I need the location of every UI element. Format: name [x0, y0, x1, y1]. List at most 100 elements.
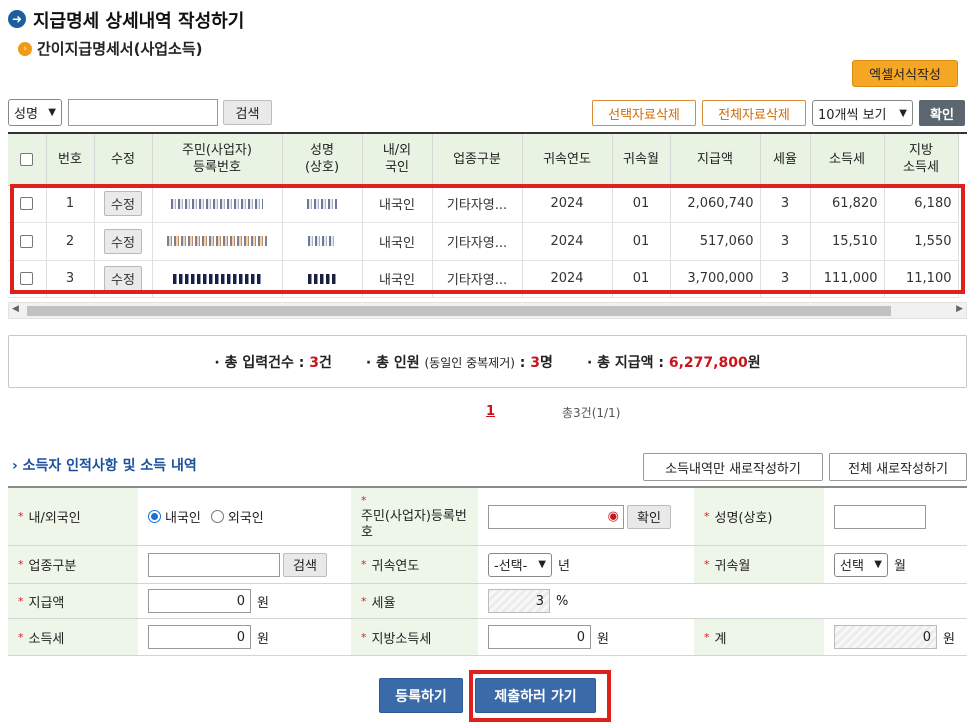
row-month: 01: [612, 185, 671, 223]
form-row-4: * 소득세 0 원 * 지방소득세 0 원 * 계 0 원: [8, 619, 967, 656]
radio-domestic-label: 내국인: [165, 511, 201, 526]
page-subtitle: 간이지급명세서(사업소득): [37, 40, 203, 58]
page-size-confirm-button[interactable]: 확인: [919, 100, 965, 126]
search-button[interactable]: 검색: [223, 100, 272, 125]
header-year: 귀속연도: [522, 134, 613, 186]
chevron-down-icon: ▼: [538, 559, 546, 570]
id-input[interactable]: ◉: [488, 504, 624, 529]
checkbox[interactable]: [20, 197, 34, 211]
eye-icon[interactable]: ◉: [608, 509, 619, 524]
horizontal-scrollbar[interactable]: ◀ ▶: [8, 302, 967, 319]
income-tax-input[interactable]: 0: [148, 625, 251, 649]
name-label: * 성명(상호): [694, 488, 824, 545]
row-id-redacted: [152, 260, 283, 298]
row-amount: 3,700,000: [670, 260, 761, 298]
search-input[interactable]: [68, 99, 218, 126]
header-name-line2: (상호): [304, 160, 340, 176]
checkbox[interactable]: [20, 272, 34, 286]
id-label: * 주민(사업자)등록번호: [351, 488, 478, 545]
id-field-wrap: ◉ 확인: [478, 488, 694, 545]
summary-count-value: 3: [309, 354, 319, 371]
id-confirm-button[interactable]: 확인: [627, 504, 671, 529]
business-type-input[interactable]: [148, 552, 280, 577]
header-edit: 수정: [94, 134, 153, 186]
row-checkbox-cell[interactable]: [8, 222, 47, 261]
name-field-wrap: [824, 488, 967, 545]
header-name: 성명 (상호): [282, 134, 363, 186]
income-section-title: › 소득자 인적사항 및 소득 내역: [12, 455, 197, 475]
table-row[interactable]: 3 수정 내국인 기타자영... 2024 01 3,700,000 3 111…: [8, 260, 959, 298]
row-business-type: 기타자영...: [432, 260, 523, 298]
redacted-name-image: [308, 273, 336, 284]
data-grid: 번호 수정 주민(사업자) 등록번호 성명 (상호) 내/외 국인 업종구분 귀속연도…: [8, 132, 967, 302]
local-tax-label-text: 지방소득세: [371, 631, 432, 647]
year-unit: 년: [558, 559, 570, 574]
rate-unit: %: [556, 593, 569, 609]
row-checkbox-cell[interactable]: [8, 260, 47, 298]
row-income-tax: 61,820: [810, 185, 885, 223]
year-select[interactable]: -선택- ▼: [488, 552, 552, 577]
pager-current-page[interactable]: 1: [486, 404, 495, 419]
edit-button[interactable]: 수정: [104, 266, 142, 292]
business-type-label: * 업종구분: [8, 546, 138, 583]
form-row-3: * 지급액 0 원 * 세율 3 %: [8, 584, 967, 619]
local-tax-unit: 원: [597, 631, 609, 647]
table-row[interactable]: 2 수정 내국인 기타자영... 2024 01 517,060 3 15,51…: [8, 222, 959, 261]
amount-field-wrap: 0 원: [138, 584, 351, 618]
row-nationality: 내국인: [362, 222, 433, 261]
scroll-right-arrow-icon[interactable]: ▶: [956, 304, 963, 314]
radio-domestic[interactable]: [148, 510, 161, 523]
header-select-all[interactable]: [8, 134, 47, 186]
business-type-label-text: 업종구분: [28, 559, 77, 574]
edit-button[interactable]: 수정: [104, 228, 142, 254]
summary-count-unit: 건: [318, 354, 332, 371]
scrollbar-thumb[interactable]: [27, 306, 891, 316]
row-checkbox-cell[interactable]: [8, 185, 47, 223]
row-amount: 2,060,740: [670, 185, 761, 223]
summary-count-label: · 총 입력건수 :: [214, 354, 310, 371]
delete-all-button[interactable]: 전체자료삭제: [702, 100, 806, 126]
row-num: 2: [46, 222, 95, 261]
search-field-select-value: 성명: [14, 107, 38, 122]
local-tax-input[interactable]: 0: [488, 625, 591, 649]
scroll-left-arrow-icon[interactable]: ◀: [12, 304, 19, 314]
row-edit-cell: 수정: [94, 185, 153, 223]
required-mark: *: [18, 630, 24, 644]
excel-template-button[interactable]: 엑셀서식작성: [852, 60, 958, 87]
table-row[interactable]: 1 수정 내국인 기타자영... 2024 01 2,060,740 3 61,…: [8, 185, 959, 223]
radio-foreign[interactable]: [210, 510, 224, 523]
checkbox[interactable]: [20, 152, 34, 166]
row-num: 1: [46, 185, 95, 223]
pager-total: 총3건(1/1): [562, 406, 621, 420]
row-year: 2024: [522, 260, 613, 298]
redacted-id-image: [171, 198, 263, 209]
income-tax-label: * 소득세: [8, 619, 138, 655]
new-all-button[interactable]: 전체 새로작성하기: [829, 453, 967, 481]
income-tax-label-text: 소득세: [28, 631, 65, 647]
row-income-tax: 15,510: [810, 222, 885, 261]
amount-label-text: 지급액: [28, 595, 65, 611]
page-size-select[interactable]: 10개씩 보기 ▼: [812, 100, 913, 126]
header-month: 귀속월: [612, 134, 671, 186]
business-type-search-button[interactable]: 검색: [283, 552, 327, 577]
amount-input[interactable]: 0: [148, 589, 251, 613]
row-business-type: 기타자영...: [432, 185, 523, 223]
new-income-only-button[interactable]: 소득내역만 새로작성하기: [643, 453, 823, 481]
row-id-redacted: [152, 222, 283, 261]
row-amount: 517,060: [670, 222, 761, 261]
row-year: 2024: [522, 185, 613, 223]
month-select[interactable]: 선택 ▼: [834, 552, 888, 577]
search-field-select[interactable]: 성명 ▼: [8, 99, 62, 126]
checkbox[interactable]: [20, 234, 34, 248]
summary-box: · 총 입력건수 : 3건 · 총 인원 (동일인 중복제거) : 3명 · 총…: [8, 335, 967, 388]
summary-people: · 총 인원 (동일인 중복제거) : 3명: [366, 352, 553, 372]
delete-selected-button[interactable]: 선택자료삭제: [592, 100, 696, 126]
summary-amount-value: 6,277,800: [668, 354, 748, 371]
submit-highlight-box: [469, 670, 611, 722]
register-button[interactable]: 등록하기: [379, 678, 463, 713]
name-input[interactable]: [834, 504, 926, 529]
chevron-right-icon: ›: [12, 458, 18, 474]
header-id-line1: 주민(사업자): [182, 143, 252, 159]
row-month: 01: [612, 222, 671, 261]
edit-button[interactable]: 수정: [104, 191, 142, 217]
